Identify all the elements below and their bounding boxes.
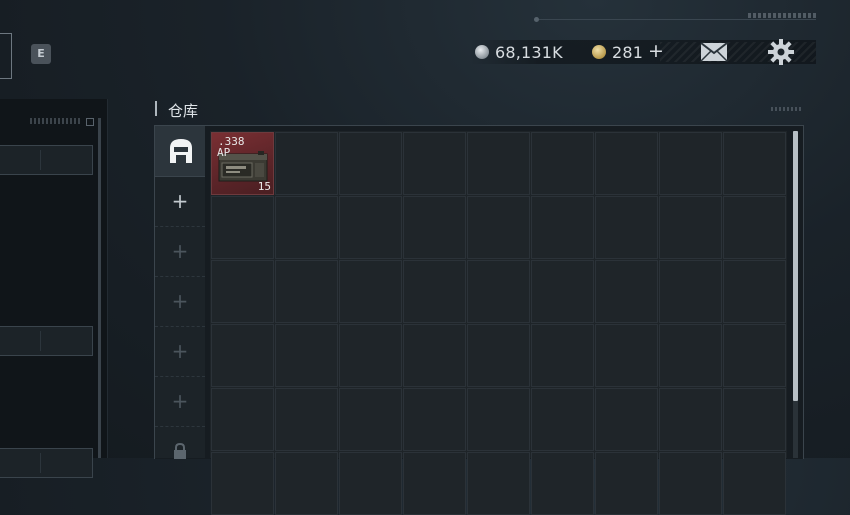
grid-cell[interactable]: [723, 388, 786, 451]
grid-cell[interactable]: [659, 260, 722, 323]
grid-cell[interactable]: [211, 452, 274, 515]
grid-cell[interactable]: [531, 388, 594, 451]
grid-cell[interactable]: [339, 324, 402, 387]
grid-cell[interactable]: [339, 132, 402, 195]
grid-cell[interactable]: [403, 388, 466, 451]
left-slot-3[interactable]: [0, 448, 93, 478]
grid-cell[interactable]: [275, 132, 338, 195]
warehouse-tab-add-3[interactable]: +: [155, 276, 205, 327]
hotkey-e-badge: E: [31, 44, 51, 64]
grid-cell[interactable]: [403, 132, 466, 195]
warehouse-tab-add-4[interactable]: +: [155, 326, 205, 377]
grid-cell[interactable]: [403, 324, 466, 387]
grid-cell[interactable]: [531, 452, 594, 515]
grid-cell[interactable]: [659, 132, 722, 195]
grid-cell[interactable]: [211, 324, 274, 387]
header-divider-line: [536, 19, 816, 20]
grid-cell[interactable]: [723, 196, 786, 259]
warehouse-grid: [210, 131, 787, 515]
mail-icon[interactable]: [700, 42, 728, 62]
left-panel-deco-box: [86, 118, 94, 126]
grid-cell[interactable]: [275, 260, 338, 323]
add-gold-button[interactable]: +: [648, 40, 664, 62]
grid-cell[interactable]: [211, 388, 274, 451]
grid-cell[interactable]: [659, 388, 722, 451]
grid-cell[interactable]: [467, 196, 530, 259]
grid-cell[interactable]: [339, 452, 402, 515]
gear-icon[interactable]: [768, 39, 794, 65]
add-tab-button[interactable]: +: [155, 276, 205, 326]
warehouse-header-deco: [771, 107, 801, 111]
grid-cell[interactable]: [467, 452, 530, 515]
grid-cell[interactable]: [339, 388, 402, 451]
header-divider-dot: [534, 17, 539, 22]
inventory-item[interactable]: .338 AP 15: [211, 132, 274, 195]
grid-cell[interactable]: [531, 196, 594, 259]
add-tab-button[interactable]: +: [155, 376, 205, 426]
grid-cell[interactable]: [275, 196, 338, 259]
header-tag-deco: [748, 13, 818, 18]
grid-cell[interactable]: [595, 452, 658, 515]
warehouse-title-marker: [155, 101, 157, 116]
grid-cell[interactable]: [275, 324, 338, 387]
left-panel-scrollbar[interactable]: [98, 118, 101, 458]
grid-cell[interactable]: [531, 324, 594, 387]
grid-cell[interactable]: [595, 196, 658, 259]
grid-cell[interactable]: [211, 196, 274, 259]
grid-cell[interactable]: [531, 260, 594, 323]
grid-cell[interactable]: [339, 260, 402, 323]
warehouse-title: 仓库: [168, 102, 199, 120]
grid-cell[interactable]: [531, 132, 594, 195]
grid-cell[interactable]: [723, 452, 786, 515]
grid-cell[interactable]: [403, 260, 466, 323]
grid-cell[interactable]: [659, 196, 722, 259]
grid-cell[interactable]: [595, 324, 658, 387]
gold-coin-icon: [592, 45, 606, 59]
grid-cell[interactable]: [659, 324, 722, 387]
grid-cell[interactable]: [595, 132, 658, 195]
grid-cell[interactable]: [723, 132, 786, 195]
silver-coin-icon: [475, 45, 489, 59]
grid-cell[interactable]: [467, 260, 530, 323]
grid-cell[interactable]: [467, 388, 530, 451]
add-tab-button[interactable]: +: [155, 226, 205, 276]
item-quantity: 15: [257, 180, 271, 193]
lock-icon: [174, 443, 186, 459]
grid-cell[interactable]: [467, 324, 530, 387]
warehouse-tab-add-5[interactable]: +: [155, 376, 205, 427]
grid-cell[interactable]: [211, 260, 274, 323]
grid-cell[interactable]: [467, 132, 530, 195]
item-ammo-type: AP: [217, 146, 231, 159]
warehouse-tab-add-2[interactable]: +: [155, 226, 205, 277]
grid-cell[interactable]: [595, 388, 658, 451]
warehouse-tab-main[interactable]: [155, 126, 205, 177]
left-slot-2[interactable]: [0, 326, 93, 356]
grid-cell[interactable]: [275, 452, 338, 515]
grid-scrollbar-thumb[interactable]: [793, 131, 798, 401]
grid-cell[interactable]: [723, 324, 786, 387]
add-tab-button[interactable]: +: [155, 176, 205, 226]
grid-cell[interactable]: [403, 452, 466, 515]
silver-amount: 68,131K: [495, 43, 563, 62]
left-top-frame: [0, 33, 12, 79]
grid-cell[interactable]: [275, 388, 338, 451]
grid-cell[interactable]: [339, 196, 402, 259]
grid-cell[interactable]: [723, 260, 786, 323]
grid-cell[interactable]: [659, 452, 722, 515]
gold-amount: 281: [612, 43, 644, 62]
warehouse-tab-add-1[interactable]: +: [155, 176, 205, 227]
left-slot-1[interactable]: [0, 145, 93, 175]
left-panel-deco: [30, 118, 82, 124]
grid-cell[interactable]: [595, 260, 658, 323]
warehouse-icon: [170, 139, 192, 163]
grid-cell[interactable]: [403, 196, 466, 259]
add-tab-button[interactable]: +: [155, 326, 205, 376]
